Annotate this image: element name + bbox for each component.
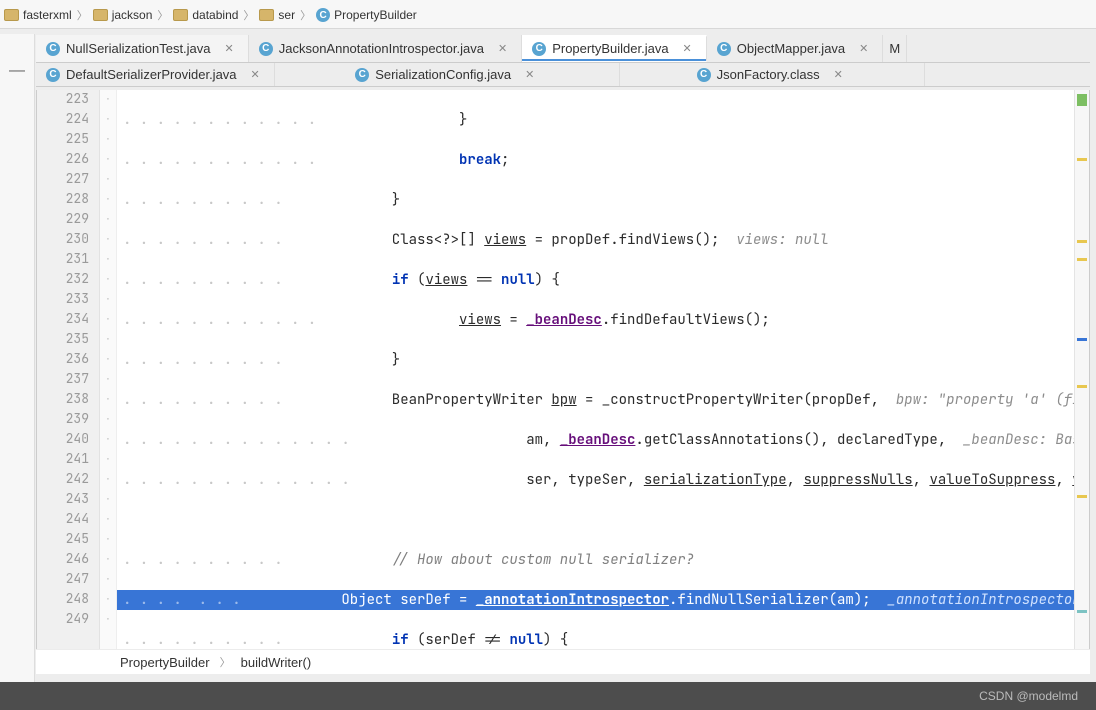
file-tab[interactable]: CObjectMapper.java✕ xyxy=(707,35,884,62)
file-tab[interactable]: CNullSerializationTest.java✕ xyxy=(36,35,249,62)
breadcrumb-item[interactable]: ser xyxy=(259,8,295,22)
file-tab[interactable]: CDefaultSerializerProvider.java✕ xyxy=(36,63,275,86)
class-icon: C xyxy=(717,42,731,56)
status-bar: CSDN @modelmd xyxy=(0,682,1096,710)
breadcrumb-item[interactable]: databind xyxy=(173,8,238,22)
close-tab-icon[interactable]: ✕ xyxy=(490,42,507,55)
fold-gutter[interactable]: ··························· xyxy=(100,90,117,649)
file-tab[interactable]: CSerializationConfig.java✕ xyxy=(275,63,620,86)
chevron-right-icon: 〉 xyxy=(155,7,170,23)
breadcrumb-class[interactable]: PropertyBuilder xyxy=(120,655,210,670)
structure-breadcrumb[interactable]: PropertyBuilder 〉 buildWriter() xyxy=(36,649,1090,674)
class-icon: C xyxy=(355,68,369,82)
chevron-right-icon: 〉 xyxy=(75,7,90,23)
folder-icon xyxy=(93,9,108,21)
editor-tabs-row-2: CDefaultSerializerProvider.java✕ CSerial… xyxy=(36,63,1090,87)
chevron-right-icon: 〉 xyxy=(298,7,313,23)
breadcrumb-item[interactable]: fasterxml xyxy=(4,8,72,22)
class-icon: C xyxy=(316,8,330,22)
line-number-gutter: 2232242252262272282292302312322332342352… xyxy=(37,90,100,649)
breadcrumb-item[interactable]: jackson xyxy=(93,8,153,22)
close-tab-icon[interactable]: ✕ xyxy=(217,42,234,55)
close-tab-icon[interactable]: ✕ xyxy=(517,68,534,81)
class-icon: C xyxy=(532,42,546,56)
chevron-right-icon: 〉 xyxy=(241,7,256,23)
close-tab-icon[interactable]: ✕ xyxy=(675,42,692,55)
left-tool-gutter xyxy=(0,34,35,682)
path-breadcrumb: fasterxml 〉 jackson 〉 databind 〉 ser 〉 C… xyxy=(0,0,1096,29)
folder-icon xyxy=(173,9,188,21)
breadcrumb-method[interactable]: buildWriter() xyxy=(241,655,312,670)
file-tab[interactable]: CJsonFactory.class✕ xyxy=(620,63,925,86)
file-tab-partial[interactable]: M xyxy=(883,35,907,62)
class-icon: C xyxy=(697,68,711,82)
highlighted-line: . . . . . . . Object serDef = _annotatio… xyxy=(117,590,1074,610)
class-icon: C xyxy=(259,42,273,56)
hide-tool-window-button[interactable]: — xyxy=(8,62,26,80)
breadcrumb-class[interactable]: CPropertyBuilder xyxy=(316,8,417,22)
file-tab[interactable]: CJacksonAnnotationIntrospector.java✕ xyxy=(249,35,522,62)
close-tab-icon[interactable]: ✕ xyxy=(826,68,843,81)
code-editor[interactable]: 2232242252262272282292302312322332342352… xyxy=(36,90,1090,650)
editor-tabs-row-1: CNullSerializationTest.java✕ CJacksonAnn… xyxy=(36,35,1090,63)
watermark-text: CSDN @modelmd xyxy=(979,689,1078,703)
close-tab-icon[interactable]: ✕ xyxy=(243,68,260,81)
editor-tabs: CNullSerializationTest.java✕ CJacksonAnn… xyxy=(36,35,1090,87)
class-icon: C xyxy=(46,42,60,56)
error-stripe[interactable] xyxy=(1074,90,1089,649)
folder-icon xyxy=(4,9,19,21)
file-tab-active[interactable]: CPropertyBuilder.java✕ xyxy=(522,35,707,62)
close-tab-icon[interactable]: ✕ xyxy=(851,42,868,55)
class-icon: C xyxy=(46,68,60,82)
code-area[interactable]: . . . . . . . . . . . . } . . . . . . . … xyxy=(117,90,1074,649)
chevron-right-icon: 〉 xyxy=(218,654,233,670)
folder-icon xyxy=(259,9,274,21)
